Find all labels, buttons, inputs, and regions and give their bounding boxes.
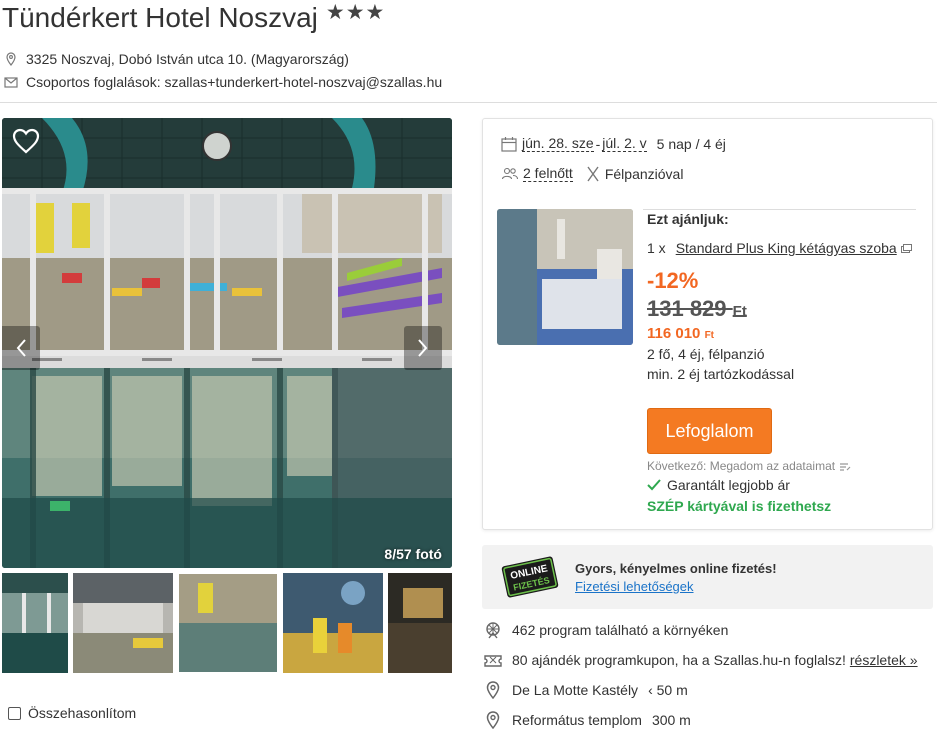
pool-photo	[2, 118, 452, 568]
discounted-price-currency: Ft	[704, 330, 715, 341]
room-line: 1 x Standard Plus King kétágyas szoba	[647, 240, 922, 256]
recommended-offer: Ezt ajánljuk: 1 x Standard Plus King két…	[647, 211, 922, 384]
popup-icon[interactable]	[900, 243, 912, 253]
checkmark-icon	[647, 479, 661, 491]
star-rating: ★★★	[325, 1, 386, 24]
room-quantity: 1 x	[647, 240, 666, 256]
card-divider	[643, 209, 916, 210]
next-step-text: Következő: Megadom az adataimat	[647, 459, 836, 473]
compare-toggle[interactable]: Összehasonlítom	[8, 705, 136, 721]
date-separator: -	[595, 135, 601, 152]
poi-church: Református templom 300 m	[484, 711, 691, 729]
people-icon	[501, 167, 519, 179]
checkin-date[interactable]: jún. 28. sze	[522, 135, 594, 152]
gallery-next-button[interactable]	[404, 326, 442, 370]
group-booking-text[interactable]: Csoportos foglalások: szallas+tunderkert…	[26, 74, 442, 90]
discounted-price-value: 116 010	[647, 325, 701, 342]
group-booking-line: Csoportos foglalások: szallas+tunderkert…	[4, 74, 442, 90]
original-price-currency: Ft	[732, 303, 747, 320]
online-payment-badge-icon: ONLINE FIZETÉS	[501, 556, 559, 598]
recommend-label: Ezt ajánljuk:	[647, 211, 729, 227]
booking-card: jún. 28. sze - júl. 2. v 5 nap / 4 éj 2 …	[482, 118, 933, 530]
room-name-link[interactable]: Standard Plus King kétágyas szoba	[676, 240, 897, 256]
header-divider	[0, 102, 937, 103]
original-price: 131 829 Ft	[647, 296, 922, 322]
offer-details: 2 fő, 4 éj, félpanzió	[647, 346, 765, 362]
photo-counter: 8/57 fotó	[384, 546, 442, 562]
poi-castle: De La Motte Kastély ‹ 50 m	[484, 681, 688, 699]
best-price-guarantee: Garantált legjobb ár	[647, 477, 790, 493]
coupons-details-link[interactable]: részletek »	[850, 652, 918, 668]
location-pin-icon	[6, 52, 16, 66]
online-payment-panel: ONLINE FIZETÉS Gyors, kényelmes online f…	[482, 545, 933, 609]
coupons-text: 80 ajándék programkupon, ha a Szallas.hu…	[512, 652, 846, 668]
cutlery-icon	[587, 166, 599, 181]
form-icon	[840, 463, 851, 471]
discount-badge: -12%	[647, 268, 699, 293]
poi-castle-distance: ‹ 50 m	[648, 682, 688, 698]
original-price-value: 131 829	[647, 296, 727, 321]
checkout-date[interactable]: júl. 2. v	[602, 135, 647, 152]
board-type: Félpanzióval	[604, 165, 684, 182]
location-pin-icon	[486, 681, 500, 699]
min-stay: min. 2 éj tartózkodással	[647, 366, 795, 382]
guests-selector[interactable]: 2 felnőtt	[523, 165, 573, 182]
main-photo[interactable]: 8/57 fotó	[2, 118, 452, 568]
poi-church-name: Református templom	[512, 712, 642, 728]
date-selector: jún. 28. sze - júl. 2. v 5 nap / 4 éj	[501, 135, 726, 152]
book-button[interactable]: Lefoglalom	[647, 408, 772, 454]
hotel-name: Tündérkert Hotel Noszvaj	[2, 2, 318, 33]
address-text: 3325 Noszvaj, Dobó István utca 10. (Magy…	[26, 51, 349, 67]
programs-text: 462 program található a környéken	[512, 622, 729, 638]
payment-title: Gyors, kényelmes online fizetés!	[575, 561, 777, 576]
thumbnail-4[interactable]	[283, 573, 383, 673]
coupons-fact: 80 ajándék programkupon, ha a Szallas.hu…	[484, 651, 918, 669]
guarantee-text: Garantált legjobb ár	[667, 477, 790, 493]
payment-options-link[interactable]: Fizetési lehetőségek	[575, 579, 694, 594]
thumbnail-5[interactable]	[388, 573, 452, 673]
compare-checkbox[interactable]	[8, 706, 21, 720]
thumbnail-3[interactable]	[178, 573, 278, 673]
chevron-right-icon	[418, 339, 428, 357]
ticket-icon	[484, 655, 502, 667]
address-line: 3325 Noszvaj, Dobó István utca 10. (Magy…	[4, 51, 349, 67]
envelope-icon	[4, 77, 18, 88]
discounted-price: 116 010 Ft	[647, 325, 922, 342]
gallery-prev-button[interactable]	[2, 326, 40, 370]
programs-fact: 462 program található a környéken	[484, 621, 728, 639]
compare-label: Összehasonlítom	[28, 705, 137, 721]
thumbnail-1[interactable]	[2, 573, 68, 673]
ferris-wheel-icon	[486, 622, 500, 639]
location-pin-icon	[486, 711, 500, 729]
thumbnail-2[interactable]	[73, 573, 173, 673]
poi-castle-name: De La Motte Kastély	[512, 682, 639, 698]
room-photo[interactable]	[497, 209, 633, 345]
next-step-hint: Következő: Megadom az adataimat	[647, 459, 851, 473]
favorite-heart-icon[interactable]	[12, 128, 40, 154]
calendar-icon	[501, 136, 517, 152]
chevron-left-icon	[16, 339, 26, 357]
thumbnail-strip	[2, 573, 452, 673]
hotel-title-row: Tündérkert Hotel Noszvaj ★★★	[2, 1, 386, 34]
guest-row: 2 felnőtt Félpanzióval	[501, 165, 683, 182]
poi-church-distance: 300 m	[651, 712, 691, 728]
stay-duration: 5 nap / 4 éj	[656, 135, 726, 152]
szep-card-note: SZÉP kártyával is fizethetsz	[647, 498, 832, 514]
